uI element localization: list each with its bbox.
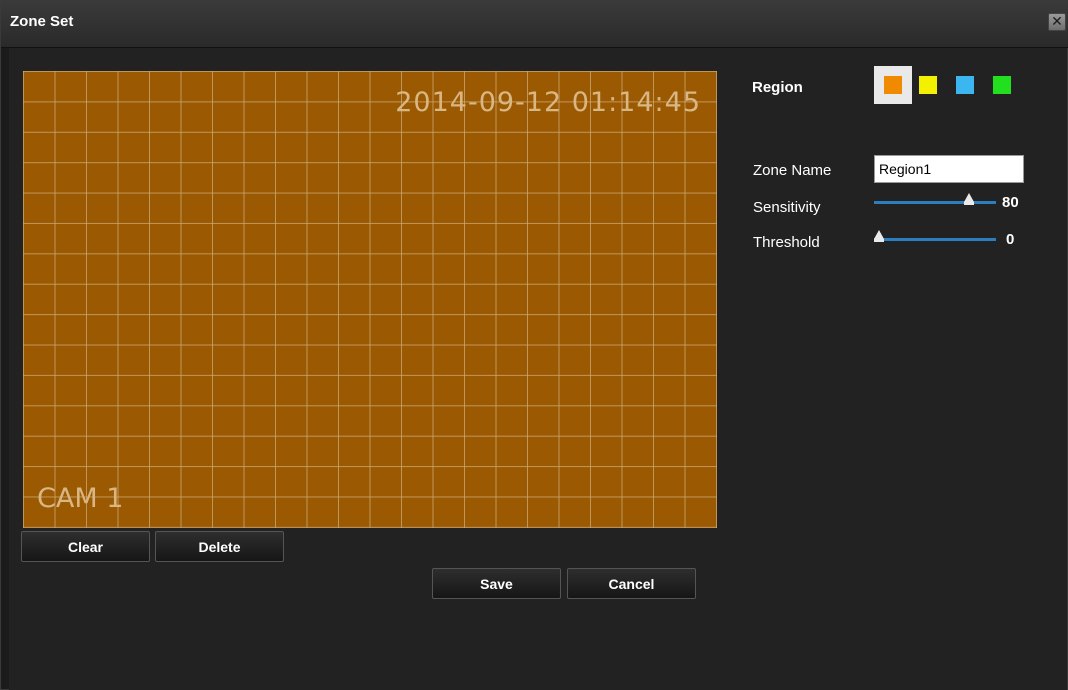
region-swatch-orange[interactable] [874,66,912,104]
dialog-titlebar: Zone Set ✕ [1,1,1068,48]
osd-timestamp: 2014-09-12 01:14:45 [395,87,701,118]
motion-zone-grid[interactable]: 2014-09-12 01:14:45 CAM 1 [23,71,717,528]
osd-camera-label: CAM 1 [37,483,124,514]
clear-button[interactable]: Clear [21,531,150,562]
sensitivity-value: 80 [1002,194,1019,211]
zone-set-dialog: Zone Set ✕ 2014-09-12 01:14:45 CAM 1 Cle… [0,0,1068,690]
close-icon: ✕ [1051,13,1063,29]
dialog-title: Zone Set [10,13,74,30]
close-button[interactable]: ✕ [1048,13,1066,31]
threshold-slider-thumb-icon[interactable] [874,230,884,242]
region-swatch-blue[interactable] [951,71,979,99]
region-swatch-green-color [993,76,1011,94]
save-button[interactable]: Save [432,568,561,599]
region-swatch-blue-color [956,76,974,94]
region-swatch-green[interactable] [988,71,1016,99]
sensitivity-slider-thumb-icon[interactable] [963,193,974,205]
sensitivity-slider[interactable] [874,201,996,204]
zone-name-input[interactable] [874,155,1024,183]
region-swatch-yellow[interactable] [914,71,942,99]
threshold-value: 0 [1006,231,1015,248]
region-label: Region [752,79,803,96]
threshold-label: Threshold [753,234,820,251]
delete-button[interactable]: Delete [155,531,284,562]
region-swatch-yellow-color [919,76,937,94]
cancel-button[interactable]: Cancel [567,568,696,599]
zone-name-label: Zone Name [753,162,832,179]
region-swatch-orange-color [884,76,902,94]
threshold-slider[interactable] [874,238,996,241]
sensitivity-label: Sensitivity [753,199,821,216]
